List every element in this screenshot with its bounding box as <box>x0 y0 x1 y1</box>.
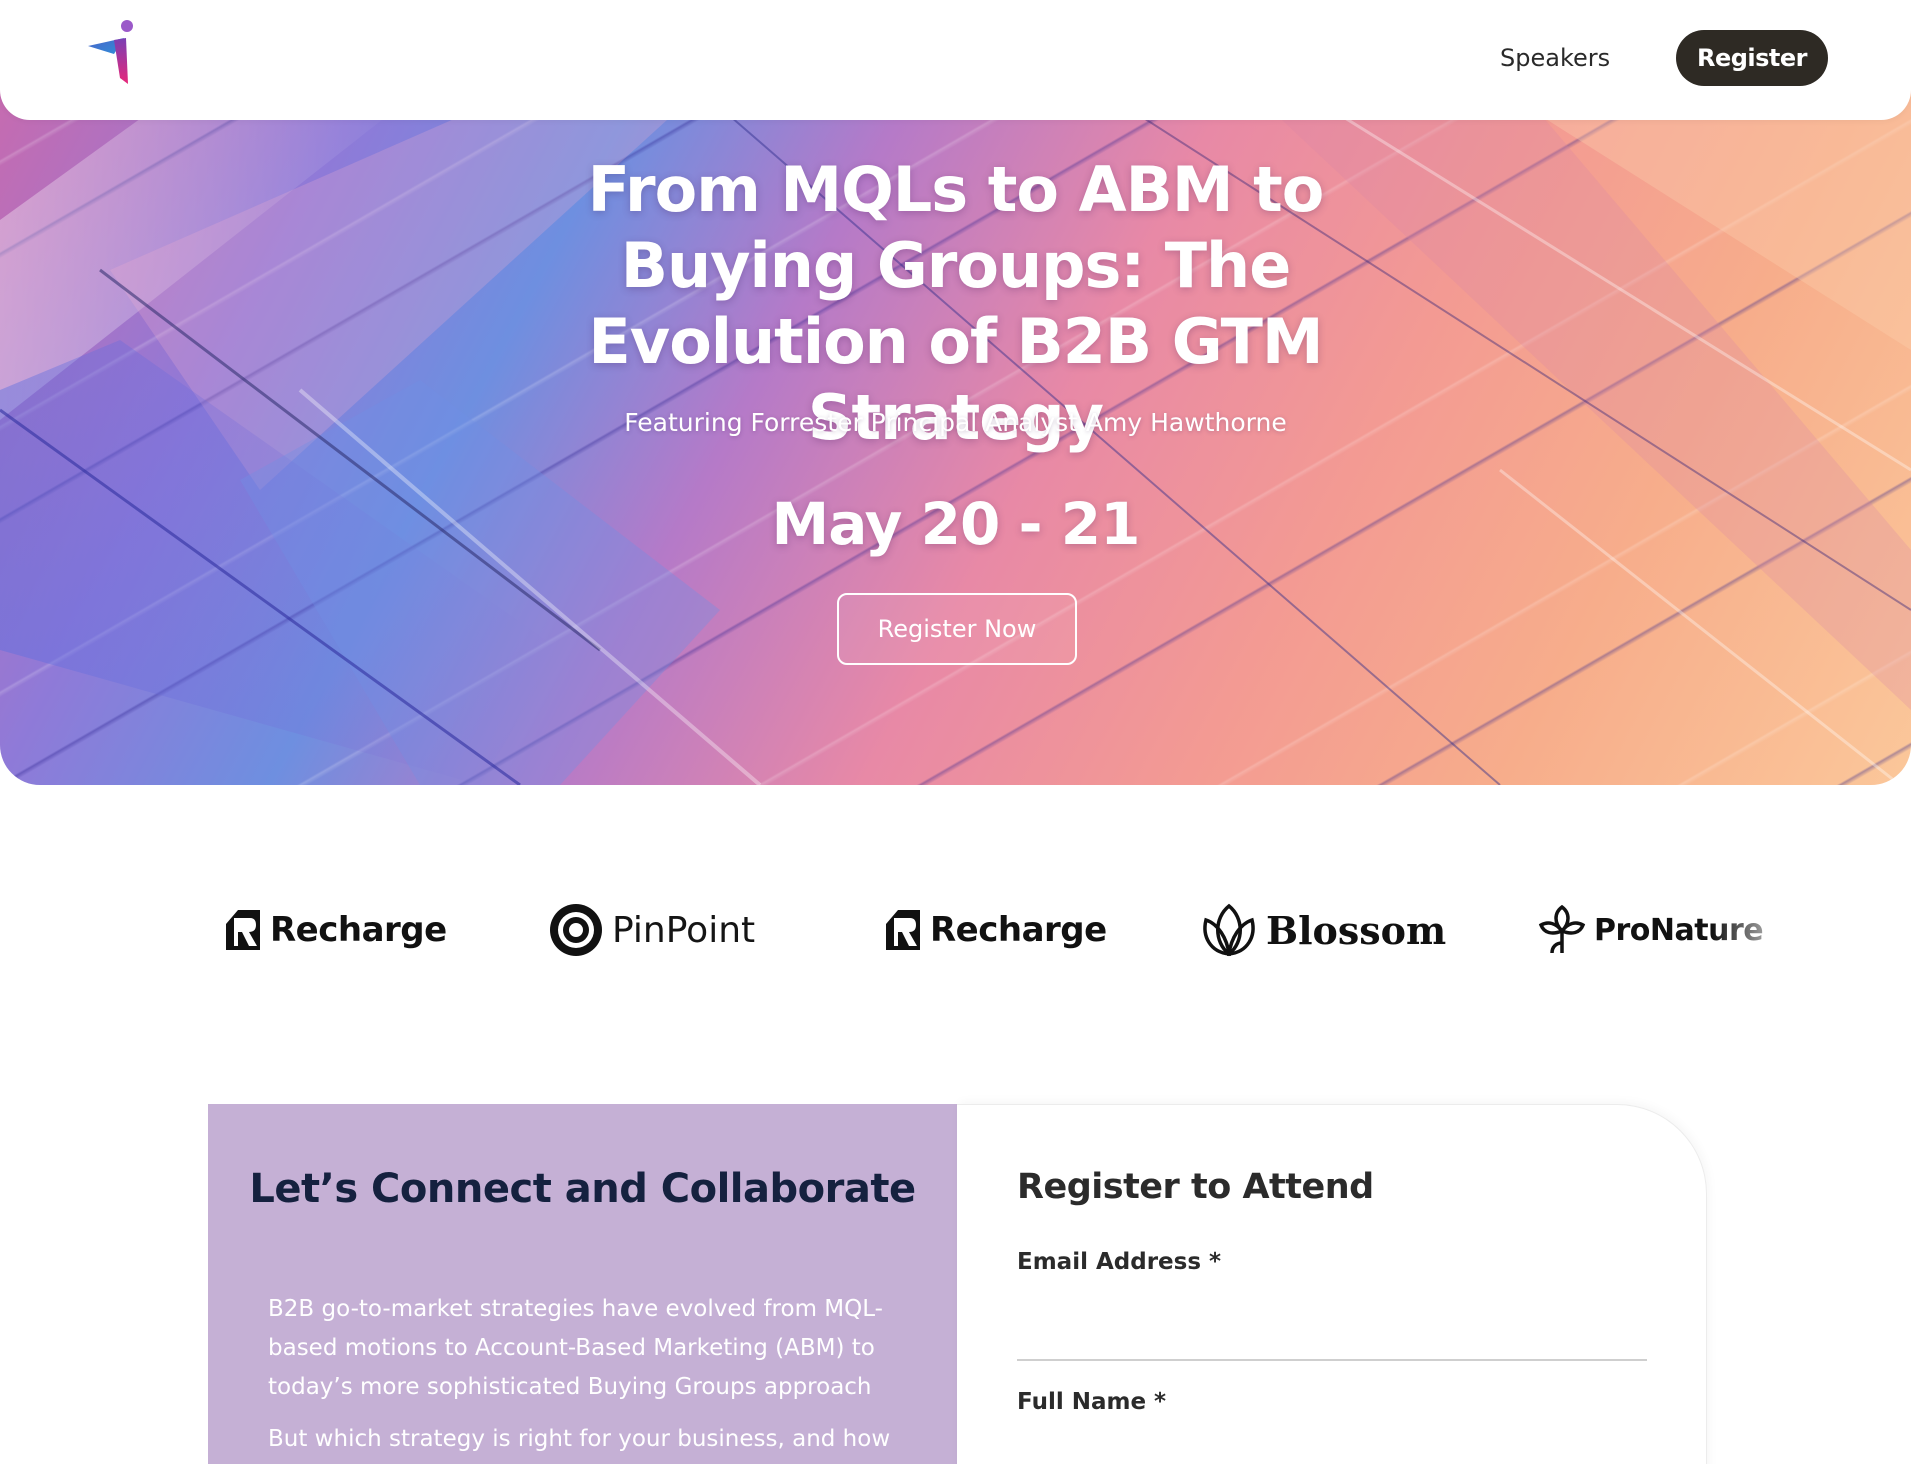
sponsor-logo-recharge: Recharge <box>224 900 447 960</box>
full-name-field[interactable] <box>1017 1431 1647 1464</box>
sponsor-logo-blossom: Blossom <box>1200 900 1446 960</box>
sponsor-logo-pronature: ProNature <box>1538 900 1764 960</box>
sponsor-logo-pinpoint: PinPoint <box>548 900 755 960</box>
full-name-label: Full Name * <box>1017 1389 1167 1415</box>
sponsor-name: Recharge <box>930 910 1107 950</box>
registration-form-panel: Register to Attend Email Address * Full … <box>957 1104 1707 1464</box>
brand-logo-icon[interactable] <box>84 18 140 88</box>
sponsor-name: PinPoint <box>612 909 756 951</box>
blossom-logo-icon <box>1203 903 1255 957</box>
connect-paragraph-1: B2B go-to-market strategies have evolved… <box>268 1296 883 1400</box>
recharge-logo-icon <box>226 910 260 950</box>
sponsor-logo-recharge-2: Recharge <box>884 900 1107 960</box>
pronature-logo-icon <box>1538 904 1586 954</box>
nav-register-button[interactable]: Register <box>1676 30 1828 86</box>
email-label: Email Address * <box>1017 1249 1222 1275</box>
site-header: Speakers Register <box>0 0 1911 120</box>
hero-subtitle: Featuring Forrester Principal Analyst Am… <box>624 408 1287 437</box>
register-now-button[interactable]: Register Now <box>837 593 1077 665</box>
sponsor-name: Recharge <box>270 910 447 950</box>
form-heading: Register to Attend <box>1017 1167 1374 1207</box>
pinpoint-logo-icon <box>550 904 602 956</box>
nav-speakers-link[interactable]: Speakers <box>1500 40 1610 76</box>
event-date: May 20 - 21 <box>771 490 1141 558</box>
email-field[interactable] <box>1017 1315 1647 1361</box>
connect-heading: Let’s Connect and Collaborate <box>249 1166 916 1212</box>
sponsor-logo-strip: Recharge PinPoint Recharge Blossom ProNa… <box>0 890 1911 970</box>
recharge-logo-icon <box>886 910 920 950</box>
connect-paragraph-2: But which strategy is right for your bus… <box>268 1426 891 1452</box>
connect-panel: Let’s Connect and Collaborate B2B go-to-… <box>208 1104 957 1464</box>
sponsor-name: ProNature <box>1594 912 1764 948</box>
hero-banner: From MQLs to ABM to Buying Groups: The E… <box>0 90 1911 785</box>
sponsor-name: Blossom <box>1266 907 1447 953</box>
